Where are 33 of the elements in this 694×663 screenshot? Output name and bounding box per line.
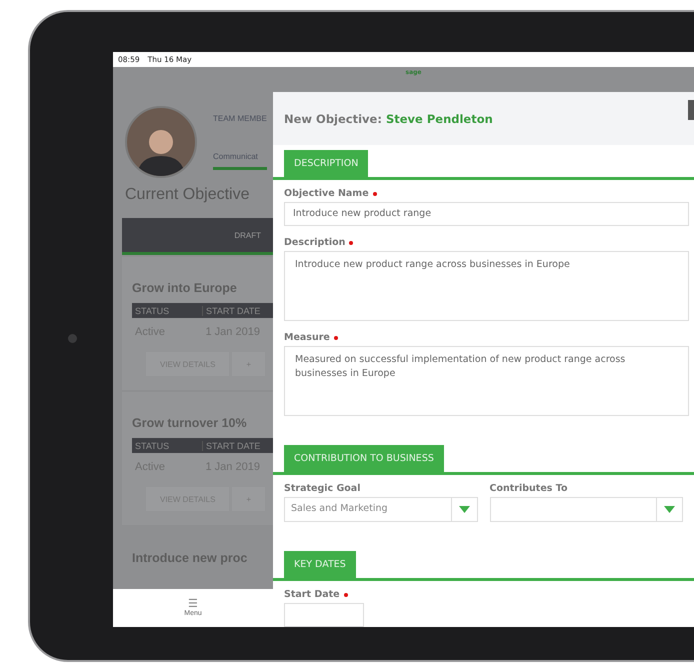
field-label: Start Date [284,589,340,600]
field-label: Description [284,237,346,248]
dropdown-field[interactable] [490,497,683,522]
objective-title: Grow turnover 10% [132,416,248,430]
camera-icon [68,334,77,343]
section-tab[interactable]: DESCRIPTION [284,150,368,177]
card-button[interactable]: + [232,352,266,376]
text-input-field[interactable]: Introduce new product range [284,202,689,226]
card-button[interactable]: + [232,487,266,511]
required-icon [372,192,377,196]
field-label: Strategic Goal [284,483,360,494]
required-icon [344,592,348,596]
field-label: Measure [284,332,330,343]
required-icon [334,336,338,340]
text-area-field[interactable]: Introduce new product range across businesses in Europe [284,251,689,321]
column-header: STATUS [134,306,170,316]
field-label: Objective Name [284,188,369,199]
profile-tab[interactable]: TEAM MEMBE [213,114,267,132]
section-tab[interactable]: KEY DATES [284,551,356,578]
required-icon [349,240,354,244]
page-heading: Current Objective [125,186,250,204]
profile-tab[interactable]: Communicat [213,152,267,170]
date-field[interactable] [284,603,364,627]
text-area-field[interactable]: Measured on successful implementation of new product range across businesses in Europe [284,346,689,416]
objective-title: Grow into Europe [132,281,238,295]
modal-title: New Objective: Steve Pendleton [284,112,493,126]
status-tab[interactable]: DRAFT [122,218,273,255]
section-tab[interactable]: CONTRIBUTION TO BUSINESS [284,445,444,472]
field-label: Contributes To [490,483,568,494]
dropdown-field[interactable]: Sales and Marketing [284,497,478,522]
caret-icon [458,506,470,513]
column-header: STATUS [134,440,170,450]
caret-icon [664,506,675,513]
